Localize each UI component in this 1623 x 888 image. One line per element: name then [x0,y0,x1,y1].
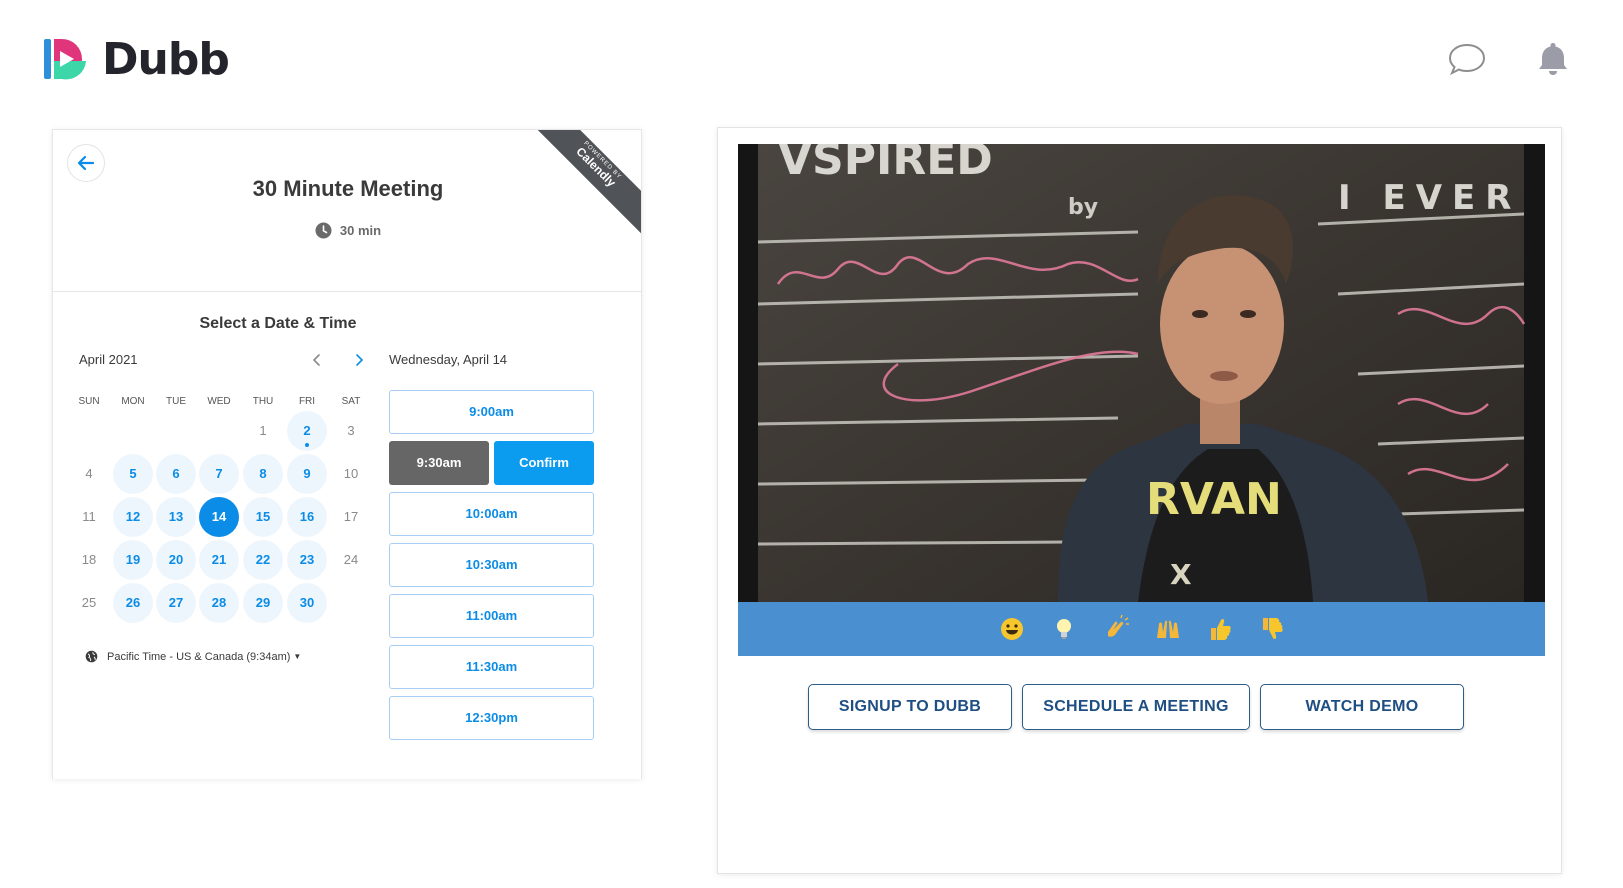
calendar-day-available[interactable]: 12 [113,497,153,537]
calendar-day-selected[interactable]: 14 [199,497,239,537]
clock-icon [315,222,332,239]
calendar-day-available[interactable]: 28 [199,583,239,623]
calendar-day: 3 [347,423,355,438]
calendar-day-available[interactable]: 2 [287,411,327,451]
svg-text:I EVER: I EVER [1338,178,1521,218]
calendar-day-available[interactable]: 15 [243,497,283,537]
weekday-header: FRI [298,396,316,407]
calendar-day: 1 [259,423,267,438]
duration-label: 30 min [339,223,382,238]
clapping-hands-icon[interactable] [1101,614,1131,644]
light-bulb-icon[interactable] [1049,614,1079,644]
brand-name: Dubb [102,34,230,85]
reaction-bar [738,602,1545,656]
calendar-day: 24 [343,552,359,567]
calendar-day-available[interactable]: 7 [199,454,239,494]
dubb-logo-icon [44,38,86,79]
select-date-time-heading: Select a Date & Time [199,315,357,332]
weekday-header: WED [207,396,231,407]
calendar-day-available[interactable]: 16 [287,497,327,537]
weekday-header: THU [252,396,274,407]
calendar-day-available[interactable]: 5 [113,454,153,494]
chevron-left-icon[interactable] [307,351,327,369]
grinning-face-icon[interactable] [997,614,1027,644]
event-title: 30 Minute Meeting [252,176,444,201]
page: Dubb POWERED BY Calendly 30 Minute Meeti… [0,0,1623,888]
time-slot[interactable]: 10:00am [389,492,594,536]
confirm-button[interactable]: Confirm [494,441,594,485]
video-card: VSPIRED by I EVER RVAN X SIGNUP TO DUBB … [717,127,1562,874]
calendar-day-available[interactable]: 23 [287,540,327,580]
calendar-day-available[interactable]: 27 [156,583,196,623]
calendar-day-available[interactable]: 13 [156,497,196,537]
brand-logo[interactable]: Dubb [44,34,230,85]
weekday-header: SAT [341,396,361,407]
svg-text:RVAN: RVAN [1146,474,1282,525]
signup-button[interactable]: SIGNUP TO DUBB [808,684,1012,730]
calendar-day: 25 [81,595,97,610]
svg-text:VSPIRED: VSPIRED [778,144,993,185]
calendar-day-available[interactable]: 26 [113,583,153,623]
time-slot[interactable]: 11:00am [389,594,594,638]
globe-icon [85,650,98,663]
calendar-day: 18 [81,552,97,567]
watch-demo-button[interactable]: WATCH DEMO [1260,684,1464,730]
calendar-day-available[interactable]: 6 [156,454,196,494]
calendar-day: 10 [343,466,359,481]
time-slot[interactable]: 11:30am [389,645,594,689]
calendar-day-available[interactable]: 8 [243,454,283,494]
calendly-widget: POWERED BY Calendly 30 Minute Meeting 30… [52,129,642,779]
calendar-day-available[interactable]: 21 [199,540,239,580]
time-slot[interactable]: 10:30am [389,543,594,587]
calendar-day: 17 [343,509,359,524]
chat-bubble-icon[interactable] [1446,38,1488,80]
weekday-header: SUN [78,396,100,407]
svg-text:by: by [1068,195,1098,220]
calendar-day-available[interactable]: 19 [113,540,153,580]
calendar-day-available[interactable]: 20 [156,540,196,580]
timezone-selector[interactable]: Pacific Time - US & Canada (9:34am) ▼ [85,650,301,663]
calendar-day-available[interactable]: 9 [287,454,327,494]
time-slot[interactable]: 12:30pm [389,696,594,740]
arrow-left-icon [77,155,95,171]
divider [53,291,641,292]
today-dot [305,443,309,447]
calendar-day-available[interactable]: 22 [243,540,283,580]
calendar-day: 4 [85,466,93,481]
thumbs-down-icon[interactable] [1257,614,1287,644]
selected-date-label: Wednesday, April 14 [389,352,508,367]
weekday-header: TUE [166,396,186,407]
bell-icon[interactable] [1532,38,1574,80]
calendar-day: 11 [82,509,96,524]
calendar-day-available[interactable]: 30 [287,583,327,623]
raised-hands-icon[interactable] [1153,614,1183,644]
svg-text:X: X [1170,558,1192,591]
weekday-header: MON [121,396,145,407]
day-number: 2 [303,423,311,438]
video-frame: VSPIRED by I EVER RVAN X [738,144,1545,602]
chevron-right-icon[interactable] [349,351,369,369]
video-player[interactable]: VSPIRED by I EVER RVAN X [738,144,1545,602]
calendar-day-available[interactable]: 29 [243,583,283,623]
timezone-label: Pacific Time - US & Canada (9:34am) [107,650,291,663]
schedule-meeting-button[interactable]: SCHEDULE A MEETING [1022,684,1250,730]
time-slot-selected[interactable]: 9:30am [389,441,489,485]
thumbs-up-icon[interactable] [1205,614,1235,644]
month-label: April 2021 [79,352,138,367]
event-duration: 30 min [53,222,641,239]
caret-down-icon: ▼ [293,652,302,661]
time-slot[interactable]: 9:00am [389,390,594,434]
